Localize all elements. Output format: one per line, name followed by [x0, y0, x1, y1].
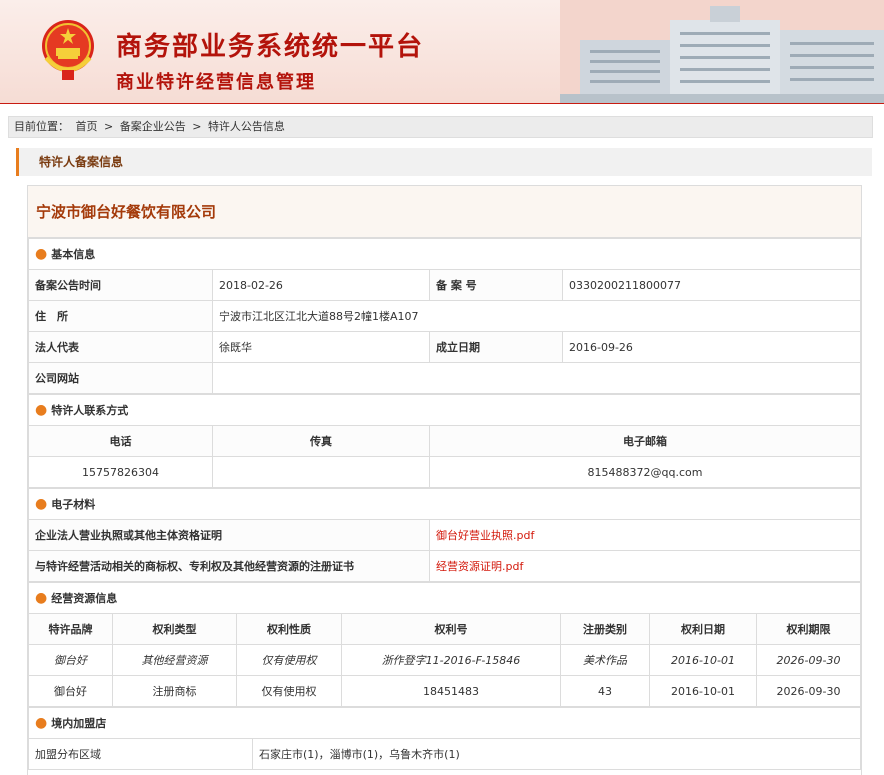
header-banner: 商务部业务系统统一平台 商业特许经营信息管理 [0, 0, 884, 104]
email-value: 815488372@qq.com [429, 456, 861, 488]
license-label: 企业法人营业执照或其他主体资格证明 [28, 519, 430, 551]
cell: 仅有使用权 [236, 675, 342, 707]
col-right-term: 权利期限 [756, 613, 861, 645]
area-label: 加盟分布区域 [28, 738, 253, 770]
website-label: 公司网站 [28, 362, 213, 394]
cell: 2016-10-01 [649, 644, 757, 676]
cell: 美术作品 [560, 644, 650, 676]
table-row: 御台好 其他经营资源 仅有使用权 浙作登字11-2016-F-15846 美术作… [28, 644, 861, 676]
materials-table: ● 电子材料 企业法人营业执照或其他主体资格证明 御台好营业执照.pdf 与特许经… [28, 488, 861, 582]
address-label: 住 所 [28, 300, 213, 332]
website-value [212, 362, 861, 394]
resources-heading: ● 经营资源信息 [28, 582, 861, 614]
national-emblem-icon [42, 20, 94, 80]
col-right-date: 权利日期 [649, 613, 757, 645]
phone-value: 15757826304 [28, 456, 213, 488]
contact-table: ● 特许人联系方式 电话 传真 电子邮箱 15757826304 81548837… [28, 394, 861, 488]
cell: 仅有使用权 [236, 644, 342, 676]
section-header: 特许人备案信息 [16, 148, 872, 176]
record-no-label: 备 案 号 [429, 269, 563, 301]
legal-rep-value: 徐既华 [212, 331, 430, 363]
phone-header: 电话 [28, 425, 213, 457]
cell: 2026-09-30 [756, 644, 861, 676]
bullet-icon: ● [35, 496, 48, 512]
breadcrumb-current: 特许人公告信息 [207, 120, 285, 133]
basic-info-heading: ● 基本信息 [28, 238, 861, 270]
contact-heading: ● 特许人联系方式 [28, 394, 861, 426]
breadcrumb-prefix: 目前位置： [14, 120, 69, 133]
bullet-icon: ● [35, 402, 48, 418]
breadcrumb-separator: > [104, 120, 114, 133]
certificate-file-link[interactable]: 经营资源证明.pdf [429, 550, 861, 582]
cell: 御台好 [28, 675, 113, 707]
email-header: 电子邮箱 [429, 425, 861, 457]
cell: 2016-10-01 [649, 675, 757, 707]
breadcrumb-home-link[interactable]: 首页 [76, 120, 98, 133]
basic-info-table: ● 基本信息 备案公告时间 2018-02-26 备 案 号 0330200211… [28, 238, 861, 394]
breadcrumb-records-link[interactable]: 备案企业公告 [120, 120, 186, 133]
bullet-icon: ● [35, 590, 48, 606]
cell: 注册商标 [112, 675, 237, 707]
col-right-no: 权利号 [341, 613, 561, 645]
area-value: 石家庄市(1)，淄博市(1)，乌鲁木齐市(1) [252, 738, 861, 770]
materials-heading: ● 电子材料 [28, 488, 861, 520]
table-row: 御台好 注册商标 仅有使用权 18451483 43 2016-10-01 20… [28, 675, 861, 707]
bullet-icon: ● [35, 715, 48, 731]
cell: 2026-09-30 [756, 675, 861, 707]
address-value: 宁波市江北区江北大道88号2幢1楼A107 [212, 300, 861, 332]
cell: 43 [560, 675, 650, 707]
cell: 其他经营资源 [112, 644, 237, 676]
publish-date-value: 2018-02-26 [212, 269, 430, 301]
breadcrumb-separator: > [192, 120, 202, 133]
franchise-heading: ● 境内加盟店 [28, 707, 861, 739]
header-divider [0, 103, 884, 104]
record-panel: 宁波市御台好餐饮有限公司 ● 基本信息 备案公告时间 2018-02-26 备 案… [27, 185, 862, 775]
building-illustration [560, 0, 884, 104]
cell: 18451483 [341, 675, 561, 707]
platform-subtitle: 商业特许经营信息管理 [116, 72, 316, 93]
license-file-link[interactable]: 御台好营业执照.pdf [429, 519, 861, 551]
founded-label: 成立日期 [429, 331, 563, 363]
col-right-nature: 权利性质 [236, 613, 342, 645]
publish-date-label: 备案公告时间 [28, 269, 213, 301]
resources-table: ● 经营资源信息 特许品牌 权利类型 权利性质 权利号 注册类别 权利日期 权利期… [28, 582, 861, 707]
cell: 浙作登字11-2016-F-15846 [341, 644, 561, 676]
fax-header: 传真 [212, 425, 430, 457]
company-name: 宁波市御台好餐饮有限公司 [28, 186, 861, 238]
record-no-value: 0330200211800077 [562, 269, 861, 301]
fax-value [212, 456, 430, 488]
col-brand: 特许品牌 [28, 613, 113, 645]
col-right-type: 权利类型 [112, 613, 237, 645]
bullet-icon: ● [35, 246, 48, 262]
cell: 御台好 [28, 644, 113, 676]
resources-header-row: 特许品牌 权利类型 权利性质 权利号 注册类别 权利日期 权利期限 [28, 613, 861, 645]
platform-title: 商务部业务系统统一平台 [116, 32, 425, 62]
legal-rep-label: 法人代表 [28, 331, 213, 363]
certificate-label: 与特许经营活动相关的商标权、专利权及其他经营资源的注册证书 [28, 550, 430, 582]
breadcrumb: 目前位置： 首页 > 备案企业公告 > 特许人公告信息 [8, 116, 873, 138]
col-reg-class: 注册类别 [560, 613, 650, 645]
franchise-table: ● 境内加盟店 加盟分布区域 石家庄市(1)，淄博市(1)，乌鲁木齐市(1) [28, 707, 861, 770]
founded-value: 2016-09-26 [562, 331, 861, 363]
